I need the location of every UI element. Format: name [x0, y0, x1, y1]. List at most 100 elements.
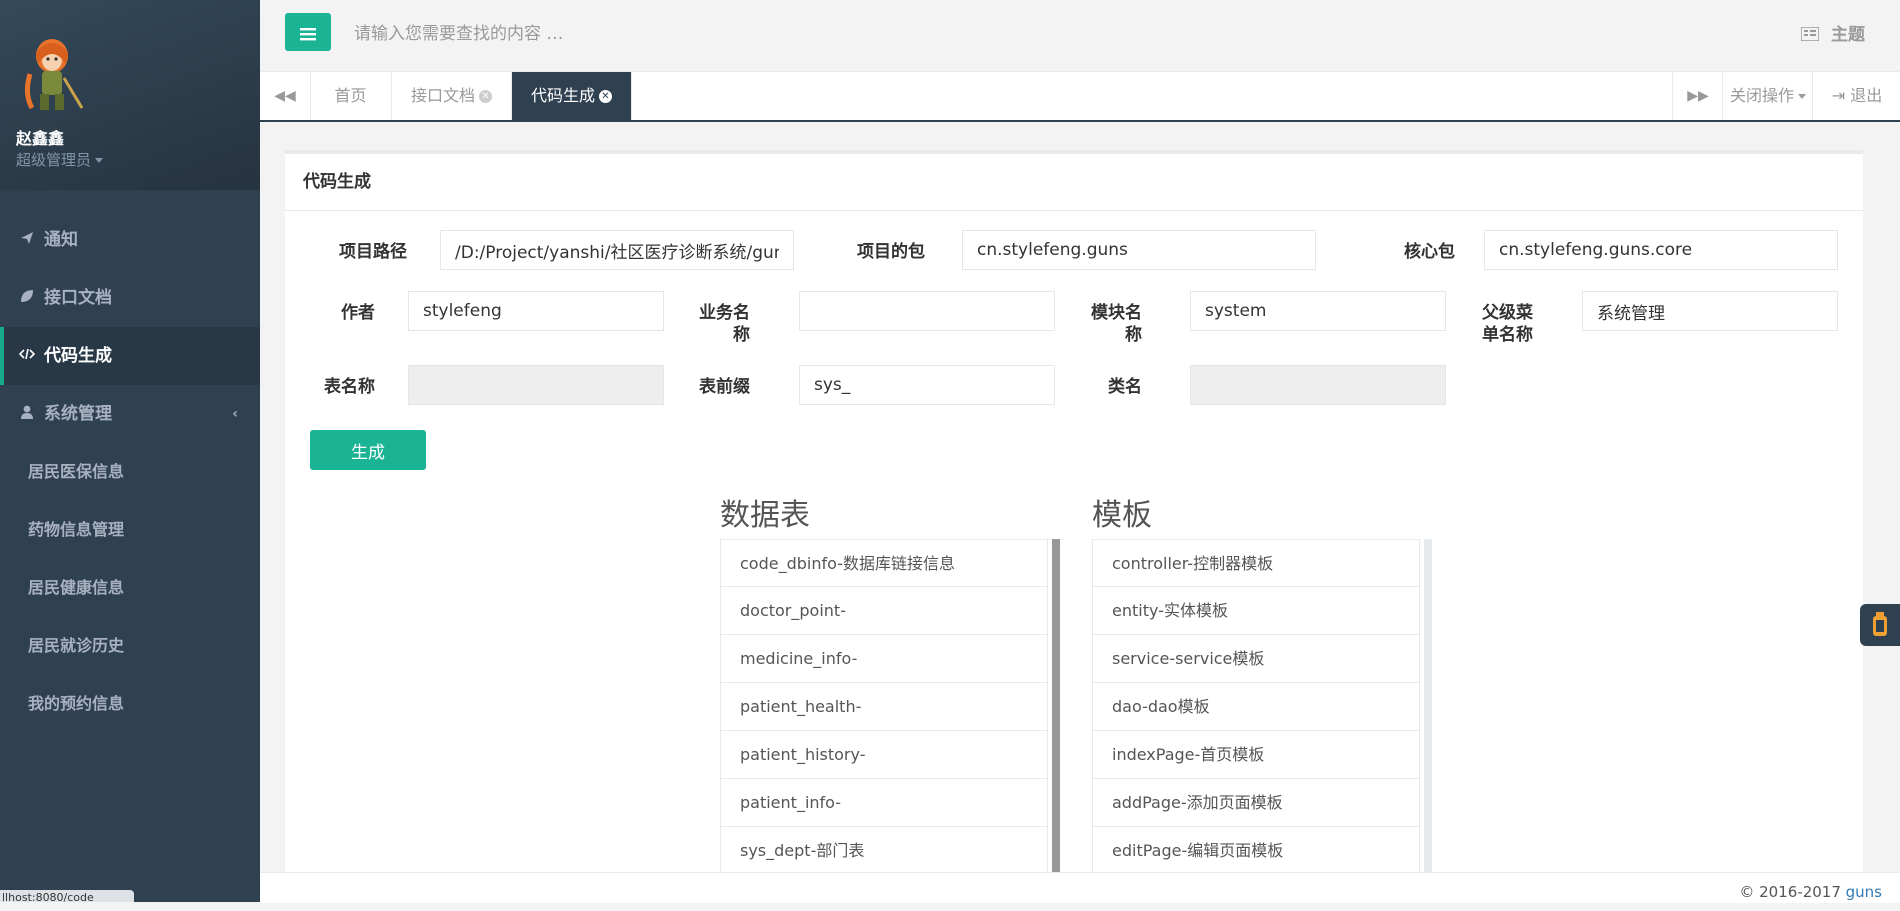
label-line: 称 [733, 325, 750, 345]
leaf-icon [18, 269, 36, 327]
list-item[interactable]: patient_health- [720, 683, 1048, 731]
tables-list[interactable]: code_dbinfo-数据库链接信息 doctor_point- medici… [720, 539, 1060, 876]
sidebar-item-label: 接口文档 [44, 288, 112, 308]
list-item[interactable]: indexPage-首页模板 [1092, 731, 1420, 779]
search-input[interactable] [352, 16, 956, 52]
forward-icon: ▶▶ [1687, 88, 1709, 104]
paper-plane-icon [18, 211, 36, 269]
tab-bar: ◀◀ 首页 接口文档 ✕ 代码生成 ✕ ▶▶ 关闭操作 ⇥ 退出 [260, 72, 1900, 122]
sidebar-subitem-insurance[interactable]: 居民医保信息 [0, 443, 260, 501]
label-class-name: 类名 [1108, 377, 1142, 397]
list-item[interactable]: addPage-添加页面模板 [1092, 779, 1420, 827]
sign-out-icon: ⇥ [1831, 86, 1846, 105]
sidebar-subitem-history[interactable]: 居民就诊历史 [0, 617, 260, 675]
list-item[interactable]: patient_history- [720, 731, 1048, 779]
templates-scrollbar[interactable] [1424, 539, 1432, 876]
caret-down-icon [95, 158, 104, 163]
list-item[interactable]: service-service模板 [1092, 635, 1420, 683]
theme-button[interactable]: 主题 [1800, 20, 1865, 45]
label-line: 单名称 [1482, 325, 1533, 345]
user-role-label: 超级管理员 [16, 151, 92, 169]
list-item[interactable]: medicine_info- [720, 635, 1048, 683]
chevron-left-icon: ‹ [232, 406, 238, 422]
label-line: 父级菜 [1482, 303, 1533, 323]
table-prefix-input[interactable] [799, 365, 1055, 405]
label-parent-menu: 父级菜 单名称 [1473, 302, 1533, 346]
user-role-dropdown[interactable]: 超级管理员 [16, 149, 104, 170]
user-name: 赵鑫鑫 [16, 129, 65, 148]
top-bar: 主题 [260, 0, 1900, 72]
close-icon[interactable]: ✕ [479, 90, 492, 103]
close-operations-dropdown[interactable]: 关闭操作 [1722, 72, 1813, 120]
bars-icon [300, 27, 316, 40]
label-table-name: 表名称 [324, 377, 375, 397]
label-author: 作者 [341, 303, 375, 323]
tab-code-gen[interactable]: 代码生成 ✕ [512, 72, 632, 120]
copyright-text: © 2016-2017 [1739, 883, 1846, 901]
label-table-prefix: 表前缀 [699, 377, 750, 397]
tab-label: 首页 [334, 86, 367, 105]
sidebar-subitem-health[interactable]: 居民健康信息 [0, 559, 260, 617]
list-item[interactable]: code_dbinfo-数据库链接信息 [720, 539, 1048, 587]
tab-home[interactable]: 首页 [310, 72, 392, 120]
list-item[interactable]: dao-dao模板 [1092, 683, 1420, 731]
user-icon [18, 385, 36, 443]
sidebar-item-system[interactable]: 系统管理 ‹ [0, 385, 260, 443]
label-core-package: 核心包 [1404, 242, 1455, 262]
tables-scrollbar[interactable] [1052, 539, 1060, 876]
footer: © 2016-2017 guns [260, 872, 1900, 903]
panel-title: 代码生成 [285, 154, 1863, 211]
generate-button[interactable]: 生成 [310, 430, 426, 470]
tab-scroll-right-button[interactable]: ▶▶ [1672, 72, 1723, 120]
side-widget-button[interactable] [1860, 604, 1900, 646]
browser-status-bar: llhost:8080/code [0, 890, 134, 902]
tab-api-doc[interactable]: 接口文档 ✕ [392, 72, 512, 120]
list-item[interactable]: patient_info- [720, 779, 1048, 827]
sidebar: 赵鑫鑫 超级管理员 通知 接口文档 代码生成 系统管理 ‹ 居民医保信息 药物信… [0, 0, 260, 902]
project-path-input[interactable] [440, 230, 794, 270]
core-package-input[interactable] [1484, 230, 1838, 270]
theme-list-icon [1800, 25, 1825, 45]
avatar[interactable] [22, 34, 84, 114]
module-name-input[interactable] [1190, 291, 1446, 331]
sidebar-item-api-doc[interactable]: 接口文档 [0, 269, 260, 327]
label-project-package: 项目的包 [857, 242, 925, 262]
label-module-name: 模块名 称 [1082, 302, 1142, 346]
profile-panel: 赵鑫鑫 超级管理员 [0, 0, 260, 190]
templates-title: 模板 [1092, 498, 1152, 533]
footer-link[interactable]: guns [1846, 883, 1882, 901]
sidebar-item-label: 代码生成 [44, 346, 112, 366]
sidebar-item-notice[interactable]: 通知 [0, 211, 260, 269]
label-line: 模块名 [1091, 303, 1142, 323]
tab-label: 接口文档 [410, 86, 475, 105]
tab-scroll-left-button[interactable]: ◀◀ [260, 72, 311, 120]
list-item[interactable]: entity-实体模板 [1092, 587, 1420, 635]
project-package-input[interactable] [962, 230, 1316, 270]
list-item[interactable]: sys_dept-部门表 [720, 827, 1048, 875]
backward-icon: ◀◀ [274, 88, 296, 104]
parent-menu-input[interactable] [1582, 291, 1838, 331]
logout-button[interactable]: ⇥ 退出 [1812, 72, 1900, 120]
author-input[interactable] [408, 291, 664, 331]
label-line: 称 [1125, 325, 1142, 345]
list-item[interactable]: doctor_point- [720, 587, 1048, 635]
code-gen-panel: 代码生成 项目路径 项目的包 核心包 作者 业务名 称 模块名 称 父级菜 单名… [285, 150, 1863, 876]
sidebar-subitem-medicine[interactable]: 药物信息管理 [0, 501, 260, 559]
close-ops-label: 关闭操作 [1729, 86, 1794, 105]
label-project-path: 项目路径 [339, 242, 407, 262]
sidebar-item-label: 系统管理 [44, 404, 112, 424]
tables-title: 数据表 [720, 498, 810, 533]
biz-name-input[interactable] [799, 291, 1055, 331]
label-line: 业务名 [699, 303, 750, 323]
list-item[interactable]: editPage-编辑页面模板 [1092, 827, 1420, 875]
code-icon [18, 327, 36, 385]
close-icon[interactable]: ✕ [599, 90, 612, 103]
class-name-input [1190, 365, 1446, 405]
templates-list[interactable]: controller-控制器模板 entity-实体模板 service-ser… [1092, 539, 1432, 876]
sidebar-item-code-gen[interactable]: 代码生成 [0, 327, 260, 385]
menu-toggle-button[interactable] [285, 13, 331, 51]
tab-label: 代码生成 [530, 86, 595, 105]
logout-label: 退出 [1850, 86, 1883, 105]
list-item[interactable]: controller-控制器模板 [1092, 539, 1420, 587]
sidebar-subitem-appointment[interactable]: 我的预约信息 [0, 675, 260, 733]
